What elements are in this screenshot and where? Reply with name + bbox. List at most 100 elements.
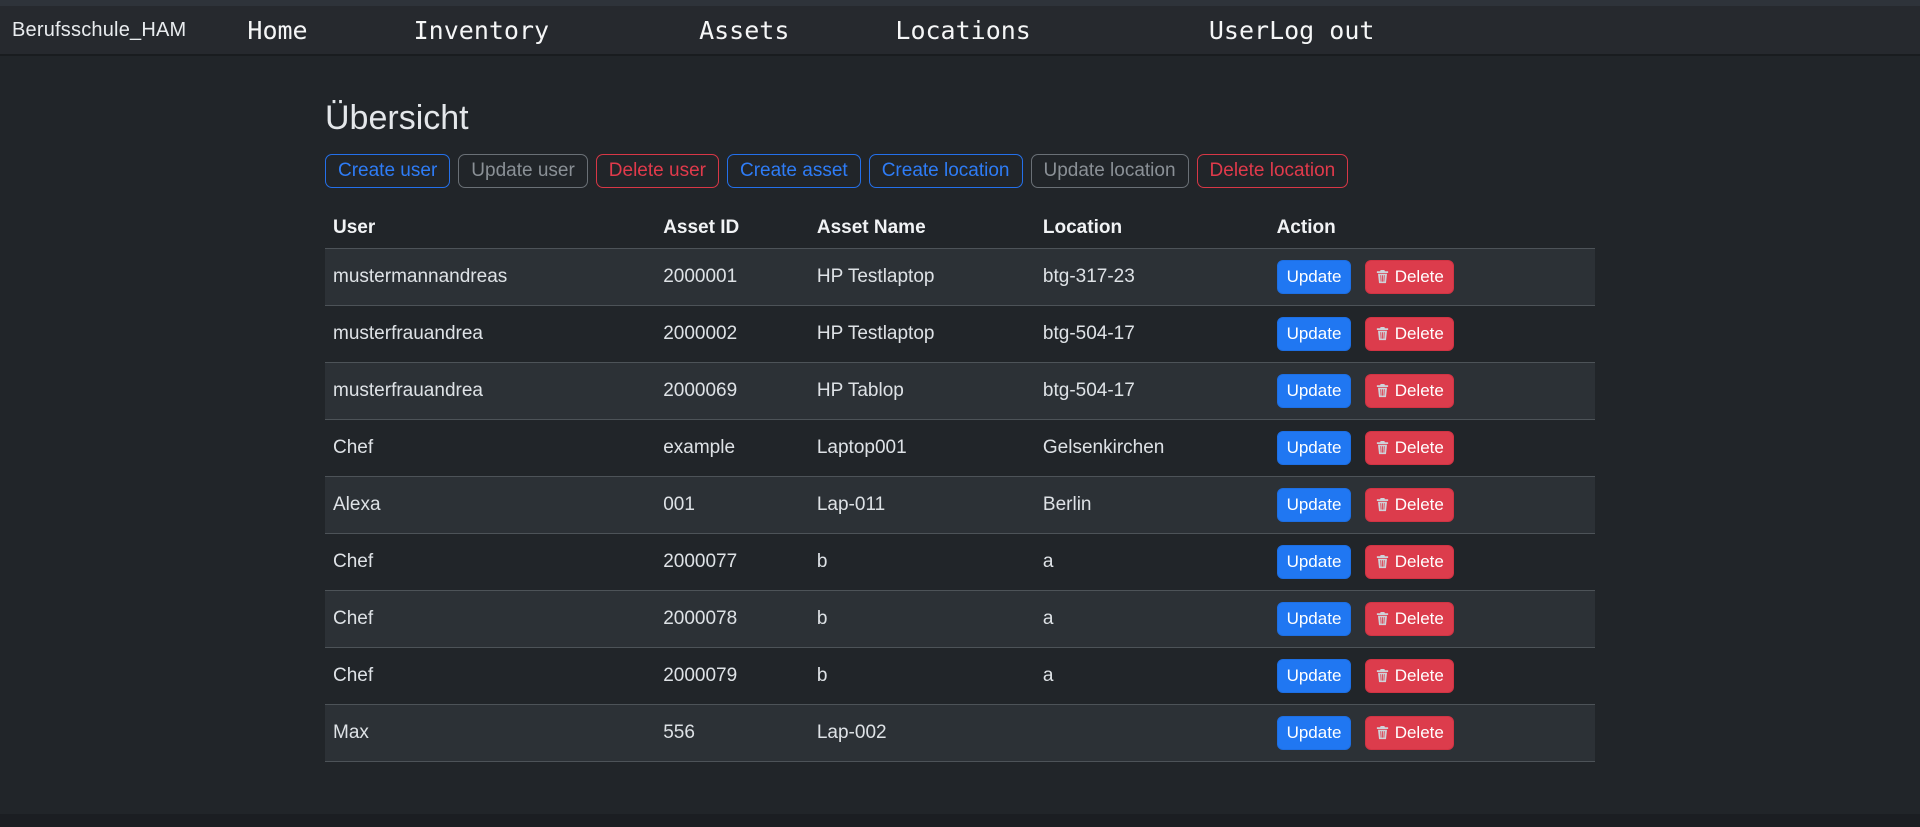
cell-asset-name: Lap-002: [809, 704, 1035, 761]
trash-icon: [1375, 554, 1390, 569]
cell-location: [1035, 704, 1269, 761]
update-button-label: Update: [1287, 664, 1342, 688]
table-row: Max 556 Lap-002 Update Delete: [325, 704, 1595, 761]
cell-user: Max: [325, 704, 655, 761]
delete-button-label: Delete: [1395, 721, 1444, 745]
cell-asset-name: b: [809, 647, 1035, 704]
navbar-brand[interactable]: Berufsschule_HAM: [12, 19, 186, 42]
delete-button-label: Delete: [1395, 265, 1444, 289]
update-button-label: Update: [1287, 322, 1342, 346]
row-delete-button[interactable]: Delete: [1365, 602, 1454, 636]
cell-asset-id: 2000078: [655, 590, 809, 647]
row-delete-button[interactable]: Delete: [1365, 317, 1454, 351]
table-row: Alexa 001 Lap-011 Berlin Update Delete: [325, 476, 1595, 533]
table-row: musterfrauandrea 2000069 HP Tablop btg-5…: [325, 362, 1595, 419]
cell-action: Update Delete: [1269, 419, 1595, 476]
main-container: Übersicht Create user Update user Delete…: [325, 98, 1595, 762]
cell-user: musterfrauandrea: [325, 362, 655, 419]
update-location-button[interactable]: Update location: [1031, 154, 1189, 188]
create-location-button[interactable]: Create location: [869, 154, 1023, 188]
row-delete-button[interactable]: Delete: [1365, 260, 1454, 294]
update-button-label: Update: [1287, 265, 1342, 289]
row-delete-button[interactable]: Delete: [1365, 431, 1454, 465]
nav-item-locations[interactable]: Locations: [895, 16, 1030, 45]
cell-action: Update Delete: [1269, 248, 1595, 305]
cell-asset-id: 2000077: [655, 533, 809, 590]
table-row: Chef 2000077 b a Update Delete: [325, 533, 1595, 590]
delete-button-label: Delete: [1395, 436, 1444, 460]
cell-asset-id: 2000069: [655, 362, 809, 419]
row-update-button[interactable]: Update: [1277, 317, 1352, 351]
nav-item-assets[interactable]: Assets: [699, 16, 789, 45]
cell-user: mustermannandreas: [325, 248, 655, 305]
table-row: Chef 2000078 b a Update Delete: [325, 590, 1595, 647]
cell-action: Update Delete: [1269, 704, 1595, 761]
cell-action: Update Delete: [1269, 362, 1595, 419]
cell-user: Chef: [325, 590, 655, 647]
table-row: mustermannandreas 2000001 HP Testlaptop …: [325, 248, 1595, 305]
update-button-label: Update: [1287, 721, 1342, 745]
cell-user: musterfrauandrea: [325, 305, 655, 362]
cell-asset-id: example: [655, 419, 809, 476]
delete-button-label: Delete: [1395, 493, 1444, 517]
row-update-button[interactable]: Update: [1277, 488, 1352, 522]
update-button-label: Update: [1287, 493, 1342, 517]
update-user-button[interactable]: Update user: [458, 154, 588, 188]
row-update-button[interactable]: Update: [1277, 431, 1352, 465]
cell-location: btg-504-17: [1035, 305, 1269, 362]
update-button-label: Update: [1287, 550, 1342, 574]
trash-icon: [1375, 269, 1390, 284]
create-user-button[interactable]: Create user: [325, 154, 450, 188]
window-bottom-strip: [0, 814, 1920, 827]
row-update-button[interactable]: Update: [1277, 716, 1352, 750]
table-row: Chef example Laptop001 Gelsenkirchen Upd…: [325, 419, 1595, 476]
cell-asset-id: 001: [655, 476, 809, 533]
assets-table: User Asset ID Asset Name Location Action…: [325, 208, 1595, 762]
cell-action: Update Delete: [1269, 533, 1595, 590]
row-delete-button[interactable]: Delete: [1365, 488, 1454, 522]
row-delete-button[interactable]: Delete: [1365, 716, 1454, 750]
row-delete-button[interactable]: Delete: [1365, 545, 1454, 579]
update-button-label: Update: [1287, 379, 1342, 403]
table-row: musterfrauandrea 2000002 HP Testlaptop b…: [325, 305, 1595, 362]
toolbar: Create user Update user Delete user Crea…: [325, 154, 1595, 188]
col-header-user: User: [325, 208, 655, 249]
delete-user-button[interactable]: Delete user: [596, 154, 719, 188]
row-update-button[interactable]: Update: [1277, 545, 1352, 579]
nav-item-logout[interactable]: Log out: [1269, 16, 1374, 45]
cell-asset-name: HP Testlaptop: [809, 305, 1035, 362]
trash-icon: [1375, 611, 1390, 626]
delete-button-label: Delete: [1395, 550, 1444, 574]
cell-asset-name: b: [809, 590, 1035, 647]
cell-location: Berlin: [1035, 476, 1269, 533]
cell-asset-name: HP Tablop: [809, 362, 1035, 419]
delete-button-label: Delete: [1395, 379, 1444, 403]
row-update-button[interactable]: Update: [1277, 374, 1352, 408]
create-asset-button[interactable]: Create asset: [727, 154, 861, 188]
page-title: Übersicht: [325, 98, 1595, 139]
nav-item-inventory[interactable]: Inventory: [414, 16, 549, 45]
update-button-label: Update: [1287, 607, 1342, 631]
cell-action: Update Delete: [1269, 476, 1595, 533]
cell-user: Chef: [325, 419, 655, 476]
trash-icon: [1375, 440, 1390, 455]
update-button-label: Update: [1287, 436, 1342, 460]
row-update-button[interactable]: Update: [1277, 659, 1352, 693]
cell-asset-id: 2000001: [655, 248, 809, 305]
row-delete-button[interactable]: Delete: [1365, 659, 1454, 693]
trash-icon: [1375, 497, 1390, 512]
col-header-asset-id: Asset ID: [655, 208, 809, 249]
cell-asset-id: 2000002: [655, 305, 809, 362]
cell-location: btg-504-17: [1035, 362, 1269, 419]
cell-asset-id: 2000079: [655, 647, 809, 704]
row-update-button[interactable]: Update: [1277, 602, 1352, 636]
delete-button-label: Delete: [1395, 664, 1444, 688]
nav-item-user[interactable]: User: [1209, 16, 1269, 45]
trash-icon: [1375, 725, 1390, 740]
delete-button-label: Delete: [1395, 322, 1444, 346]
trash-icon: [1375, 668, 1390, 683]
delete-location-button[interactable]: Delete location: [1197, 154, 1349, 188]
row-update-button[interactable]: Update: [1277, 260, 1352, 294]
row-delete-button[interactable]: Delete: [1365, 374, 1454, 408]
nav-item-home[interactable]: Home: [247, 16, 307, 45]
